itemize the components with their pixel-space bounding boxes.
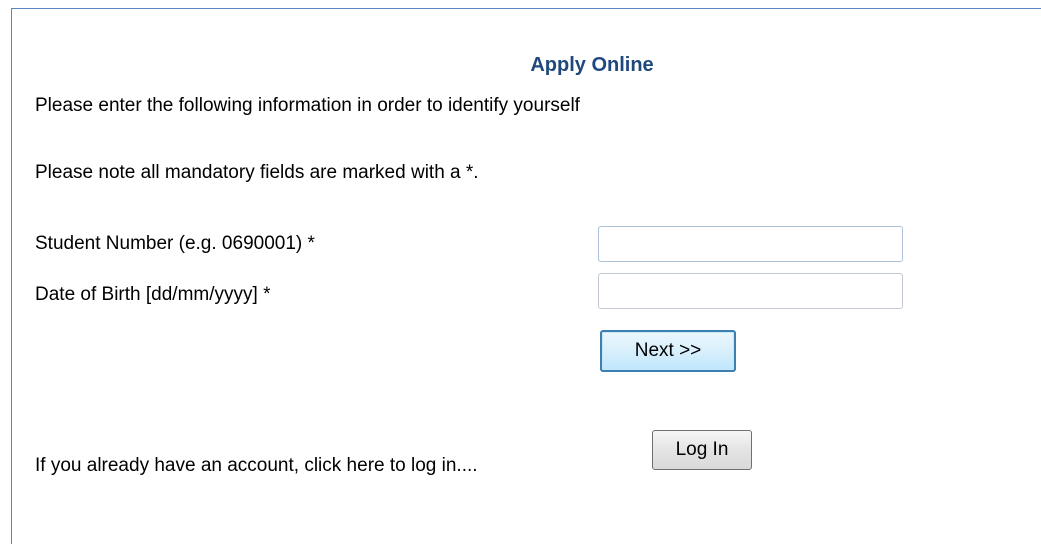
- next-button[interactable]: Next >>: [600, 330, 736, 372]
- mandatory-note: Please note all mandatory fields are mar…: [35, 162, 479, 183]
- student-number-label: Student Number (e.g. 0690001) *: [35, 233, 315, 254]
- log-in-button[interactable]: Log In: [652, 430, 752, 470]
- page-title: Apply Online: [530, 54, 654, 76]
- date-of-birth-label: Date of Birth [dd/mm/yyyy] *: [35, 284, 271, 305]
- intro-text: Please enter the following information i…: [35, 95, 580, 116]
- login-prompt: If you already have an account, click he…: [35, 455, 478, 476]
- student-number-field[interactable]: [598, 226, 903, 262]
- date-of-birth-field[interactable]: [598, 273, 903, 309]
